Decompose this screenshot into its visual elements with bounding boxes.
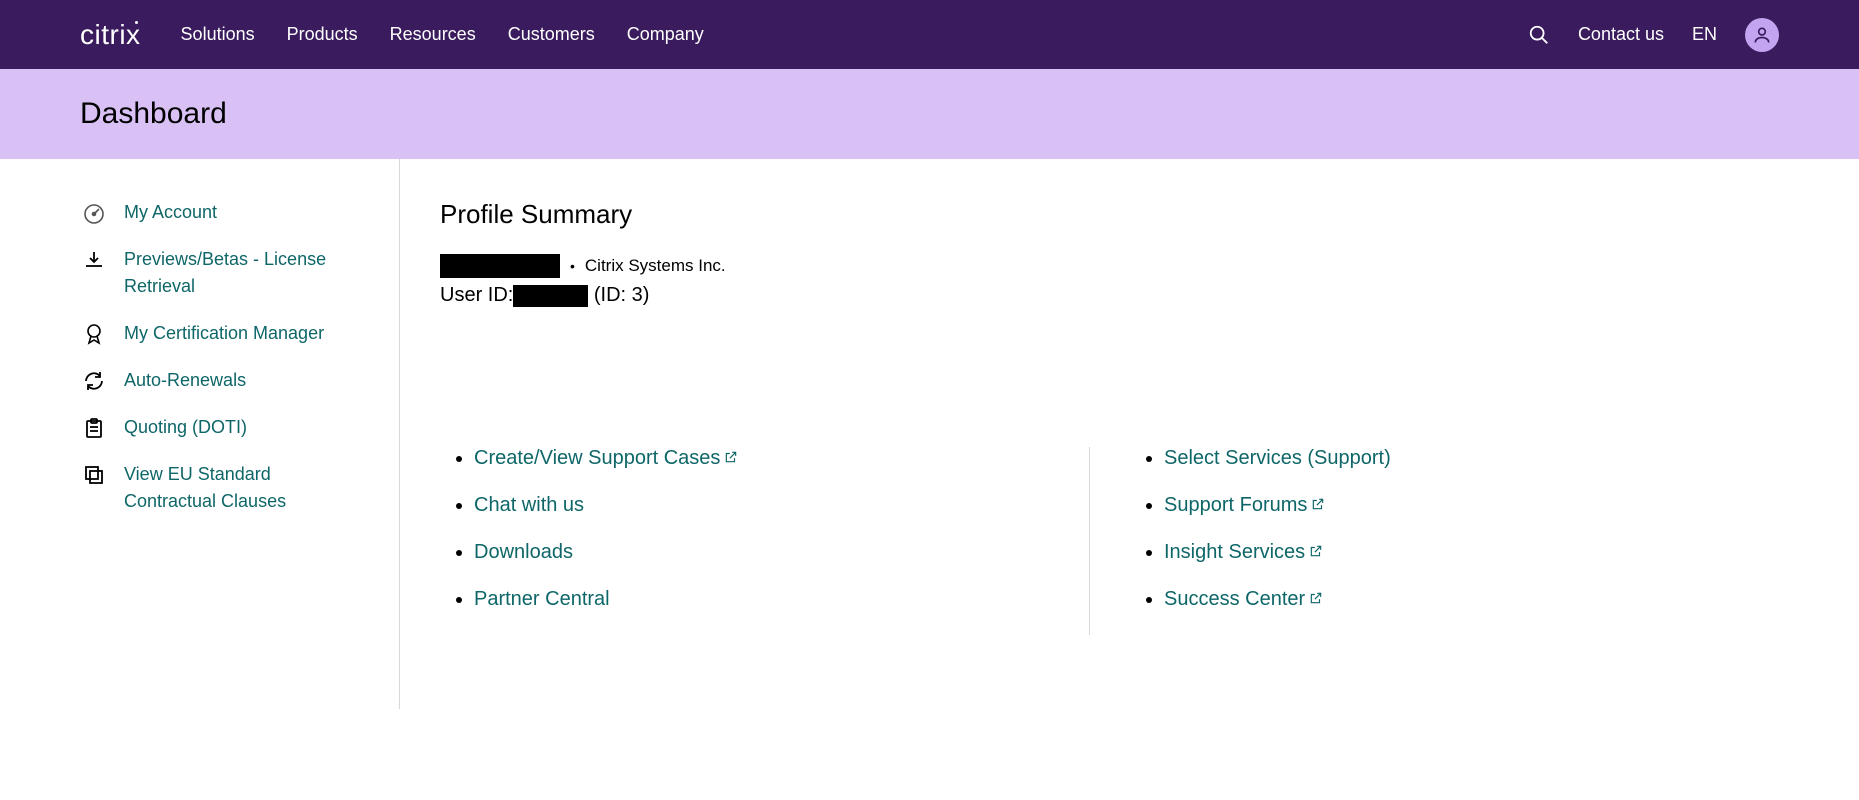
top-navbar: citrix Solutions Products Resources Cust… xyxy=(0,0,1859,69)
link-label: Create/View Support Cases xyxy=(474,447,720,469)
link-support-forums[interactable]: Support Forums xyxy=(1164,494,1325,516)
brand-dot xyxy=(135,21,138,24)
sidebar-item-my-account[interactable]: My Account xyxy=(80,199,399,226)
company-name: Citrix Systems Inc. xyxy=(585,256,726,276)
user-id-suffix: (ID: 3) xyxy=(588,284,649,306)
brand-text: citrix xyxy=(80,19,141,50)
separator-bullet: • xyxy=(570,258,575,274)
list-item: Select Services (Support) xyxy=(1164,447,1779,470)
nav-customers[interactable]: Customers xyxy=(508,24,595,45)
account-avatar[interactable] xyxy=(1745,18,1779,52)
profile-summary-heading: Profile Summary xyxy=(440,199,1779,230)
list-item: Downloads xyxy=(474,541,1089,564)
list-item: Chat with us xyxy=(474,494,1089,517)
refresh-icon xyxy=(80,367,108,393)
quick-links: Create/View Support Cases Chat with us D… xyxy=(440,447,1779,635)
link-label: Success Center xyxy=(1164,588,1305,610)
link-success-center[interactable]: Success Center xyxy=(1164,588,1323,610)
sidebar-item-certification[interactable]: My Certification Manager xyxy=(80,320,399,347)
user-id-label: User ID: xyxy=(440,284,513,306)
sidebar-item-label: My Certification Manager xyxy=(124,320,324,347)
list-item: Partner Central xyxy=(474,588,1089,611)
profile-name-row: • Citrix Systems Inc. xyxy=(440,254,1779,278)
list-item: Insight Services xyxy=(1164,541,1779,564)
gauge-icon xyxy=(80,199,108,225)
external-link-icon xyxy=(724,447,738,470)
sidebar-item-label: My Account xyxy=(124,199,217,226)
link-partner-central[interactable]: Partner Central xyxy=(474,588,610,610)
contact-us-link[interactable]: Contact us xyxy=(1578,24,1664,45)
main-nav: Solutions Products Resources Customers C… xyxy=(181,24,704,45)
link-select-services[interactable]: Select Services (Support) xyxy=(1164,447,1391,469)
nav-resources[interactable]: Resources xyxy=(390,24,476,45)
main-layout: My Account Previews/Betas - License Retr… xyxy=(0,159,1859,709)
sidebar-item-label: Auto-Renewals xyxy=(124,367,246,394)
search-icon[interactable] xyxy=(1528,24,1550,46)
link-downloads[interactable]: Downloads xyxy=(474,541,573,563)
sidebar-item-previews[interactable]: Previews/Betas - License Retrieval xyxy=(80,246,399,300)
sidebar-item-eu-clauses[interactable]: View EU Standard Contractual Clauses xyxy=(80,461,399,515)
sidebar-item-quoting[interactable]: Quoting (DOTI) xyxy=(80,414,399,441)
topbar-right: Contact us EN xyxy=(1528,18,1779,52)
sidebar-item-label: Quoting (DOTI) xyxy=(124,414,247,441)
nav-solutions[interactable]: Solutions xyxy=(181,24,255,45)
sidebar-item-auto-renewals[interactable]: Auto-Renewals xyxy=(80,367,399,394)
nav-company[interactable]: Company xyxy=(627,24,704,45)
main-content: Profile Summary • Citrix Systems Inc. Us… xyxy=(400,159,1779,709)
language-selector[interactable]: EN xyxy=(1692,24,1717,45)
redacted-userid xyxy=(513,285,588,307)
link-insight-services[interactable]: Insight Services xyxy=(1164,541,1323,563)
list-item: Support Forums xyxy=(1164,494,1779,517)
clipboard-icon xyxy=(80,414,108,440)
badge-icon xyxy=(80,320,108,346)
page-title: Dashboard xyxy=(80,97,1779,131)
sidebar-item-label: View EU Standard Contractual Clauses xyxy=(124,461,354,515)
external-link-icon xyxy=(1311,494,1325,517)
link-support-cases[interactable]: Create/View Support Cases xyxy=(474,447,738,469)
list-item: Success Center xyxy=(1164,588,1779,611)
download-icon xyxy=(80,246,108,272)
sidebar-item-label: Previews/Betas - License Retrieval xyxy=(124,246,354,300)
brand-logo[interactable]: citrix xyxy=(80,19,141,51)
quick-links-right: Select Services (Support) Support Forums… xyxy=(1089,447,1779,635)
quick-links-left: Create/View Support Cases Chat with us D… xyxy=(440,447,1089,635)
list-item: Create/View Support Cases xyxy=(474,447,1089,470)
link-label: Insight Services xyxy=(1164,541,1305,563)
copy-icon xyxy=(80,461,108,487)
nav-products[interactable]: Products xyxy=(287,24,358,45)
page-subheader: Dashboard xyxy=(0,69,1859,159)
external-link-icon xyxy=(1309,541,1323,564)
link-label: Support Forums xyxy=(1164,494,1307,516)
external-link-icon xyxy=(1309,588,1323,611)
user-id-row: User ID: (ID: 3) xyxy=(440,284,1779,307)
link-chat[interactable]: Chat with us xyxy=(474,494,584,516)
sidebar: My Account Previews/Betas - License Retr… xyxy=(80,159,400,709)
redacted-name xyxy=(440,254,560,278)
